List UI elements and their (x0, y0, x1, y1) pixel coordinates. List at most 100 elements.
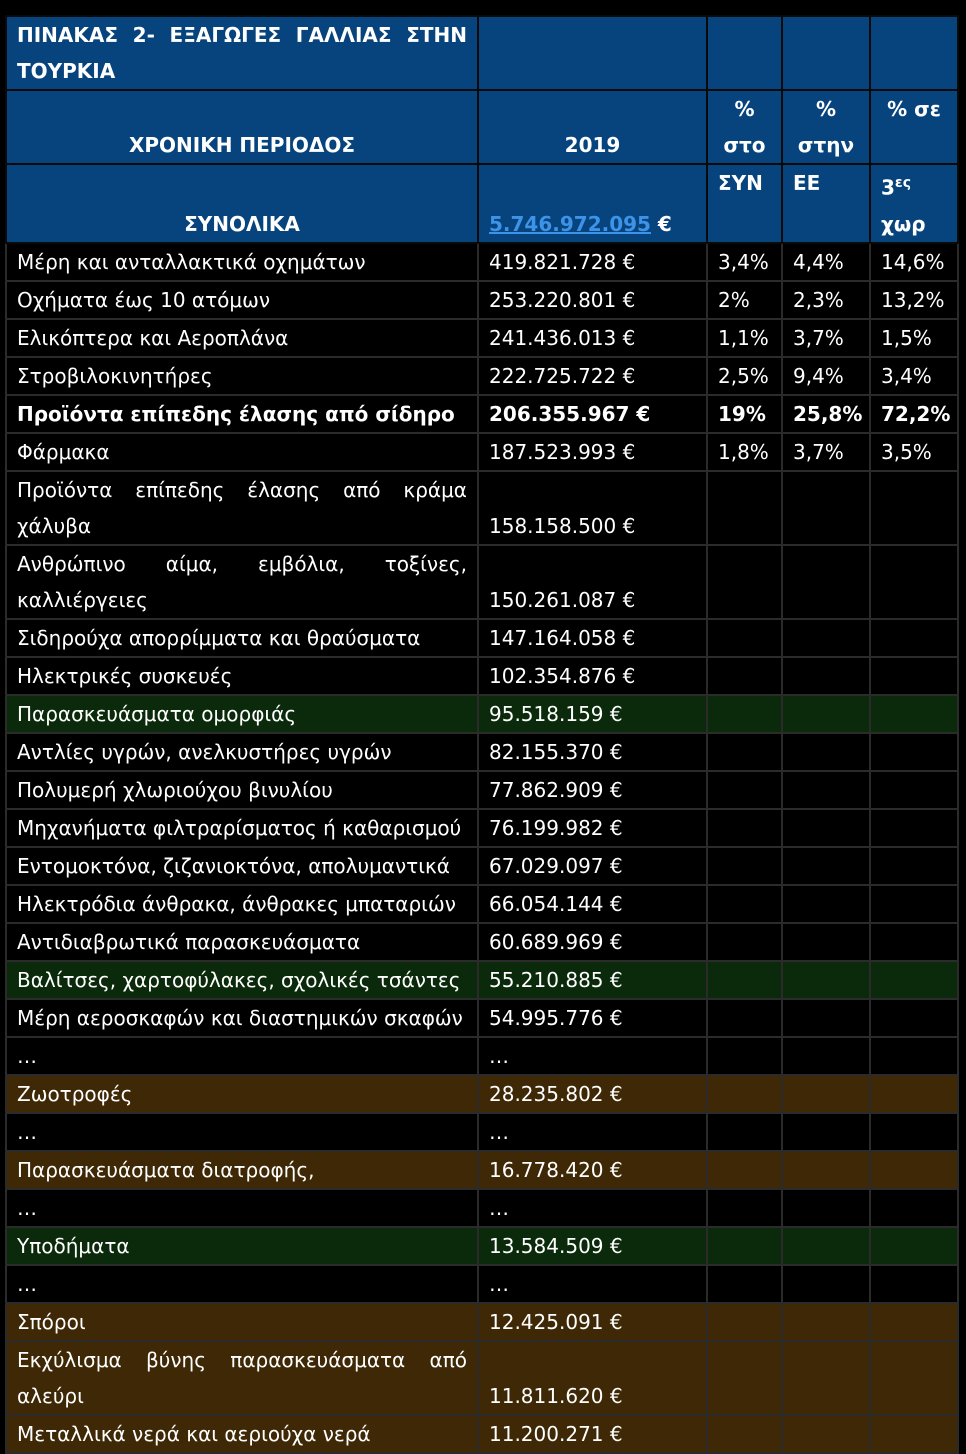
row-third-pct (869, 1339, 959, 1416)
row-label: Αντλίες υγρών, ανελκυστήρες υγρών (5, 731, 479, 772)
row-third-pct (869, 769, 959, 810)
total-value-link[interactable]: 5.746.972.095 (489, 212, 651, 236)
table-row: Υποδήματα 13.584.509 € (5, 1225, 959, 1266)
row-syn-pct: 19% (706, 393, 783, 434)
col-third-header: % σε (869, 89, 959, 165)
row-syn-pct (706, 617, 783, 658)
row-label: Ηλεκτρόδια άνθρακα, άνθρακες μπαταριών (5, 883, 479, 924)
col-ee-header: % στην (781, 89, 871, 165)
third-sup: ες (894, 175, 912, 191)
row-value: 67.029.097 € (477, 845, 708, 886)
row-third-pct (869, 1111, 959, 1152)
row-ee-pct (781, 1263, 871, 1304)
row-ee-pct (781, 1339, 871, 1416)
row-syn-pct: 2% (706, 279, 783, 320)
row-third-pct (869, 693, 959, 734)
row-syn-pct (706, 543, 783, 620)
table-row: Σιδηρούχα απορρίμματα και θραύσματα 147.1… (5, 617, 959, 658)
row-syn-pct (706, 921, 783, 962)
row-third-pct (869, 921, 959, 962)
table-row: Εντομοκτόνα, ζιζανιοκτόνα, απολυμαντικά 6… (5, 845, 959, 886)
row-syn-pct: 2,5% (706, 355, 783, 396)
year-label: 2019 (477, 89, 708, 165)
row-syn-pct (706, 807, 783, 848)
col-syn-header: % στο (706, 89, 783, 165)
row-third-pct: 14,6% (869, 241, 959, 282)
row-ee-pct (781, 1149, 871, 1190)
row-value: 16.778.420 € (477, 1149, 708, 1190)
table-row: Εκχύλισμα βύνης παρασκευάσματα από αλεύρ… (5, 1339, 959, 1416)
table-row: Φάρμακα 187.523.993 €1,8% 3,7% 3,5% (5, 431, 959, 472)
table-row: Οχήματα έως 10 ατόμων 253.220.801 €2% 2,3%… (5, 279, 959, 320)
row-value: 13.584.509 € (477, 1225, 708, 1266)
row-syn-pct (706, 997, 783, 1038)
row-label: … (5, 1187, 479, 1228)
row-label: Μεταλλικά νερά και αεριούχα νερά (5, 1413, 479, 1454)
row-ee-pct (781, 1413, 871, 1454)
row-label: Σιδηρούχα απορρίμματα και θραύσματα (5, 617, 479, 658)
table-row: Αντιδιαβρωτικά παρασκευάσματα 60.689.969 … (5, 921, 959, 962)
row-syn-pct: 3,4% (706, 241, 783, 282)
row-third-pct: 72,2% (869, 393, 959, 434)
row-syn-pct (706, 1413, 783, 1454)
row-label: Προϊόντα επίπεδης έλασης από σίδηρο (5, 393, 479, 434)
row-ee-pct (781, 731, 871, 772)
col-syn-header-line2: στο (723, 133, 766, 157)
row-label: Φάρμακα (5, 431, 479, 472)
row-syn-pct (706, 1035, 783, 1076)
row-value: 55.210.885 € (477, 959, 708, 1000)
table-row: …… (5, 1035, 959, 1076)
row-value: … (477, 1111, 708, 1152)
row-value: 187.523.993 € (477, 431, 708, 472)
row-ee-pct: 25,8% (781, 393, 871, 434)
row-ee-pct (781, 769, 871, 810)
row-value: 82.155.370 € (477, 731, 708, 772)
row-label: … (5, 1263, 479, 1304)
row-syn-pct (706, 1187, 783, 1228)
row-third-pct (869, 543, 959, 620)
row-third-pct (869, 807, 959, 848)
row-label: … (5, 1111, 479, 1152)
table-row: Ζωοτροφές 28.235.802 € (5, 1073, 959, 1114)
row-label: Υποδήματα (5, 1225, 479, 1266)
row-third-pct (869, 1413, 959, 1454)
col-ee-header-cont: ΕΕ (781, 163, 871, 244)
table-row: Ανθρώπινο αίμα, εμβόλια, τοξίνες, καλλιέ… (5, 543, 959, 620)
table-row: Ηλεκτρικές συσκευές 102.354.876 € (5, 655, 959, 696)
row-syn-pct (706, 769, 783, 810)
col-ee-header-line1: % (815, 97, 837, 121)
table-row: Στροβιλοκινητήρες 222.725.722 €2,5% 9,4% 3,… (5, 355, 959, 396)
row-third-pct (869, 1301, 959, 1342)
table-row: Μέρη αεροσκαφών και διαστημικών σκαφών 54… (5, 997, 959, 1038)
row-ee-pct (781, 469, 871, 546)
row-third-pct: 3,5% (869, 431, 959, 472)
row-ee-pct (781, 1187, 871, 1228)
row-ee-pct (781, 883, 871, 924)
table-row: Μέρη και ανταλλακτικά οχημάτων 419.821.72… (5, 241, 959, 282)
row-ee-pct (781, 693, 871, 734)
table-title: ΠΙΝΑΚΑΣ 2- ΕΞΑΓΩΓΕΣ ΓΑΛΛΙΑΣ ΣΤΗΝ ΤΟΥΡΚΙΑ (5, 15, 479, 91)
col-ee-header-line2: στην (797, 133, 855, 157)
row-label: Ηλεκτρικές συσκευές (5, 655, 479, 696)
row-label: Προϊόντα επίπεδης έλασης από κράμα χάλυβ… (5, 469, 479, 546)
row-label: Στροβιλοκινητήρες (5, 355, 479, 396)
row-third-pct (869, 997, 959, 1038)
row-syn-pct (706, 959, 783, 1000)
row-label: Σπόροι (5, 1301, 479, 1342)
row-value: 11.200.271 € (477, 1413, 708, 1454)
row-third-pct (869, 655, 959, 696)
row-syn-pct (706, 1339, 783, 1416)
row-syn-pct (706, 1073, 783, 1114)
row-ee-pct: 3,7% (781, 317, 871, 358)
row-third-pct (869, 1225, 959, 1266)
row-value: 54.995.776 € (477, 997, 708, 1038)
row-syn-pct (706, 469, 783, 546)
row-label: Αντιδιαβρωτικά παρασκευάσματα (5, 921, 479, 962)
row-value: … (477, 1263, 708, 1304)
row-syn-pct (706, 655, 783, 696)
row-syn-pct (706, 1301, 783, 1342)
row-third-pct (869, 731, 959, 772)
table-row: …… (5, 1187, 959, 1228)
table-row: Παρασκευάσματα διατροφής, 16.778.420 € (5, 1149, 959, 1190)
row-ee-pct (781, 1301, 871, 1342)
